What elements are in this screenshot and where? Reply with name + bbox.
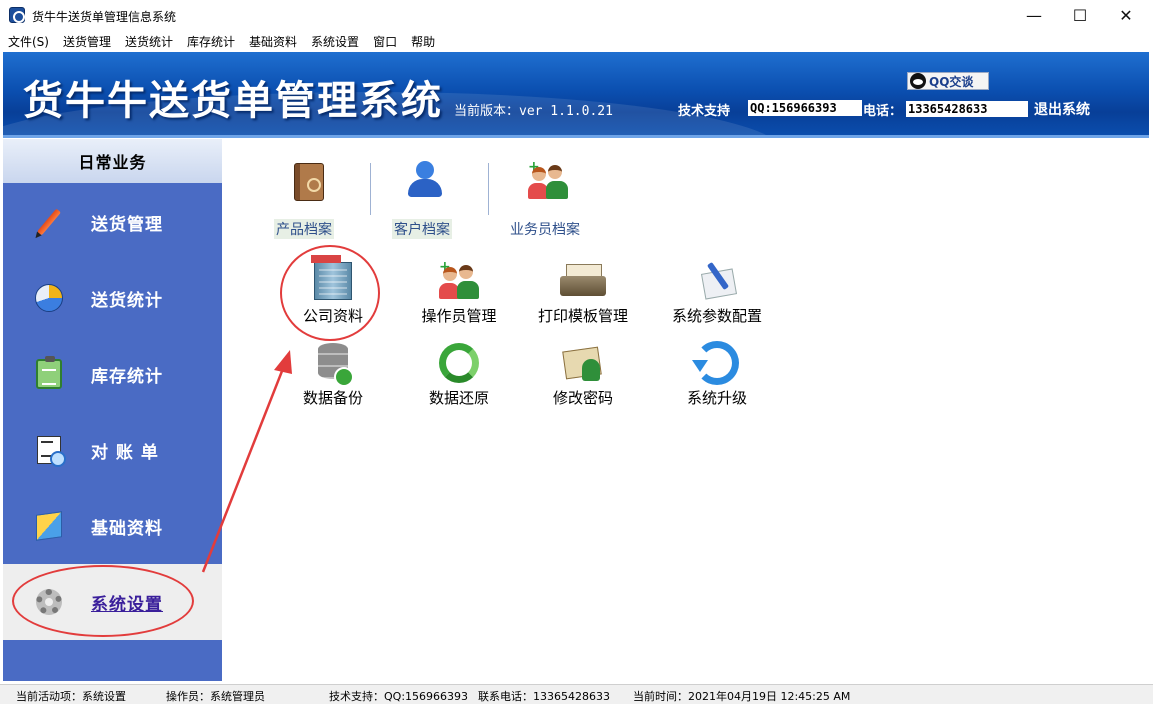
- staff-icon: +: [528, 159, 568, 201]
- window-title: 货牛牛送货单管理信息系统: [32, 10, 177, 24]
- status-current-activity: 当前活动项：系统设置: [16, 690, 126, 703]
- menu-system-settings[interactable]: 系统设置: [311, 33, 359, 50]
- settings-pen-icon: [693, 257, 741, 305]
- password-icon: [559, 339, 607, 387]
- database-icon: [309, 339, 357, 387]
- tile-system-parameters[interactable]: 系统参数配置: [657, 257, 777, 337]
- sidebar-header: 日常业务: [3, 139, 222, 183]
- close-button[interactable]: ✕: [1103, 0, 1149, 31]
- support-qq-field: QQ:156966393: [748, 100, 862, 116]
- sidebar-item-inventory-statistics[interactable]: 库存统计: [3, 336, 222, 412]
- menu-help[interactable]: 帮助: [411, 33, 435, 50]
- building-icon: [309, 255, 357, 305]
- upgrade-icon: [692, 339, 741, 387]
- qq-chat-button[interactable]: QQ交谈: [907, 72, 989, 90]
- menu-delivery-management[interactable]: 送货管理: [63, 33, 111, 50]
- sidebar-item-delivery-management[interactable]: 送货管理: [3, 184, 222, 260]
- menu-basic-data[interactable]: 基础资料: [249, 33, 297, 50]
- qq-chat-label: QQ交谈: [929, 74, 974, 89]
- sidebar-item-basic-data[interactable]: 基础资料: [3, 488, 222, 564]
- banner-title: 货牛牛送货单管理系统: [23, 77, 443, 124]
- qq-icon: [910, 73, 926, 89]
- operators-icon: +: [435, 257, 483, 305]
- tile-company-info[interactable]: 公司资料: [273, 255, 393, 337]
- logout-link[interactable]: 退出系统: [1034, 99, 1090, 119]
- book-icon: [294, 163, 324, 201]
- header-banner: 货牛牛送货单管理系统 当前版本：ver 1.1.0.21 QQ交谈 技术支持 Q…: [3, 52, 1149, 138]
- minimize-button[interactable]: —: [1011, 0, 1057, 31]
- status-operator: 操作员：系统管理员: [166, 690, 265, 703]
- shortcut-label: 产品档案: [274, 219, 334, 239]
- support-phone-field: 13365428633: [906, 101, 1028, 117]
- tile-label: 数据还原: [428, 389, 489, 407]
- tile-operator-management[interactable]: + 操作员管理: [399, 257, 519, 337]
- document-search-icon: [33, 434, 66, 467]
- printer-icon: [559, 257, 607, 305]
- shortcut-customer-archive[interactable]: 客户档案: [392, 159, 462, 239]
- version-label: 当前版本：ver 1.1.0.21: [454, 104, 613, 119]
- box-icon: [33, 510, 65, 542]
- maximize-button[interactable]: ☐: [1057, 0, 1103, 31]
- tile-label: 打印模板管理: [537, 307, 628, 325]
- tile-data-backup[interactable]: 数据备份: [273, 339, 393, 419]
- tile-label: 系统参数配置: [671, 307, 762, 325]
- sidebar: 日常业务 送货管理 送货统计 库存统计 对 账 单 基础资料 系统设置: [3, 139, 222, 681]
- tile-label: 系统升级: [686, 389, 747, 407]
- tile-label: 修改密码: [552, 389, 613, 407]
- people-icon: [406, 161, 444, 199]
- tile-system-upgrade[interactable]: 系统升级: [657, 339, 777, 419]
- sidebar-item-label: 库存统计: [91, 366, 163, 387]
- pie-chart-icon: [33, 282, 65, 314]
- tile-data-restore[interactable]: 数据还原: [399, 339, 519, 419]
- shortcut-divider: [488, 163, 489, 215]
- tile-change-password[interactable]: 修改密码: [523, 339, 643, 419]
- pencil-icon: [33, 206, 65, 238]
- clipboard-icon: [33, 356, 65, 390]
- phone-label: 电话：: [863, 104, 903, 119]
- sidebar-item-label: 基础资料: [91, 518, 163, 539]
- sidebar-item-label: 送货统计: [91, 290, 163, 311]
- title-bar: 货牛牛送货单管理信息系统 — ☐ ✕: [0, 0, 1153, 31]
- tile-label: 数据备份: [302, 389, 363, 407]
- sidebar-item-label: 对 账 单: [91, 442, 159, 463]
- tile-label: 公司资料: [302, 307, 363, 325]
- shortcut-divider: [370, 163, 371, 215]
- status-support: 技术支持：QQ:156966393: [329, 690, 469, 703]
- status-time: 当前时间：2021年04月19日 12:45:25 AM: [633, 690, 851, 703]
- sidebar-item-label: 送货管理: [91, 214, 163, 235]
- menu-file[interactable]: 文件(S): [8, 33, 49, 50]
- main-content: 产品档案 客户档案 + 业务员档案 公司资料 + 操作员管理 打印模板管理 系统…: [222, 139, 1149, 681]
- recycle-icon: [435, 339, 483, 387]
- menu-bar: 文件(S) 送货管理 送货统计 库存统计 基础资料 系统设置 窗口 帮助: [0, 31, 1153, 51]
- menu-inventory-statistics[interactable]: 库存统计: [187, 33, 235, 50]
- tile-print-template-management[interactable]: 打印模板管理: [523, 257, 643, 337]
- status-phone: 联系电话：13365428633: [478, 690, 610, 703]
- shortcut-label: 业务员档案: [510, 222, 580, 238]
- status-bar: 当前活动项：系统设置 操作员：系统管理员 技术支持：QQ:156966393 联…: [0, 684, 1153, 704]
- menu-delivery-statistics[interactable]: 送货统计: [125, 33, 173, 50]
- sidebar-item-delivery-statistics[interactable]: 送货统计: [3, 260, 222, 336]
- shortcut-salesperson-archive[interactable]: + 业务员档案: [508, 159, 594, 238]
- gear-icon: [33, 586, 65, 618]
- support-label: 技术支持: [678, 104, 731, 119]
- shortcut-label: 客户档案: [392, 219, 452, 239]
- menu-window[interactable]: 窗口: [373, 33, 397, 50]
- app-icon: [9, 7, 25, 23]
- sidebar-item-statement[interactable]: 对 账 单: [3, 412, 222, 488]
- sidebar-item-label: 系统设置: [91, 594, 163, 615]
- shortcut-product-archive[interactable]: 产品档案: [274, 159, 344, 239]
- tile-label: 操作员管理: [421, 307, 497, 325]
- sidebar-item-system-settings[interactable]: 系统设置: [3, 564, 222, 640]
